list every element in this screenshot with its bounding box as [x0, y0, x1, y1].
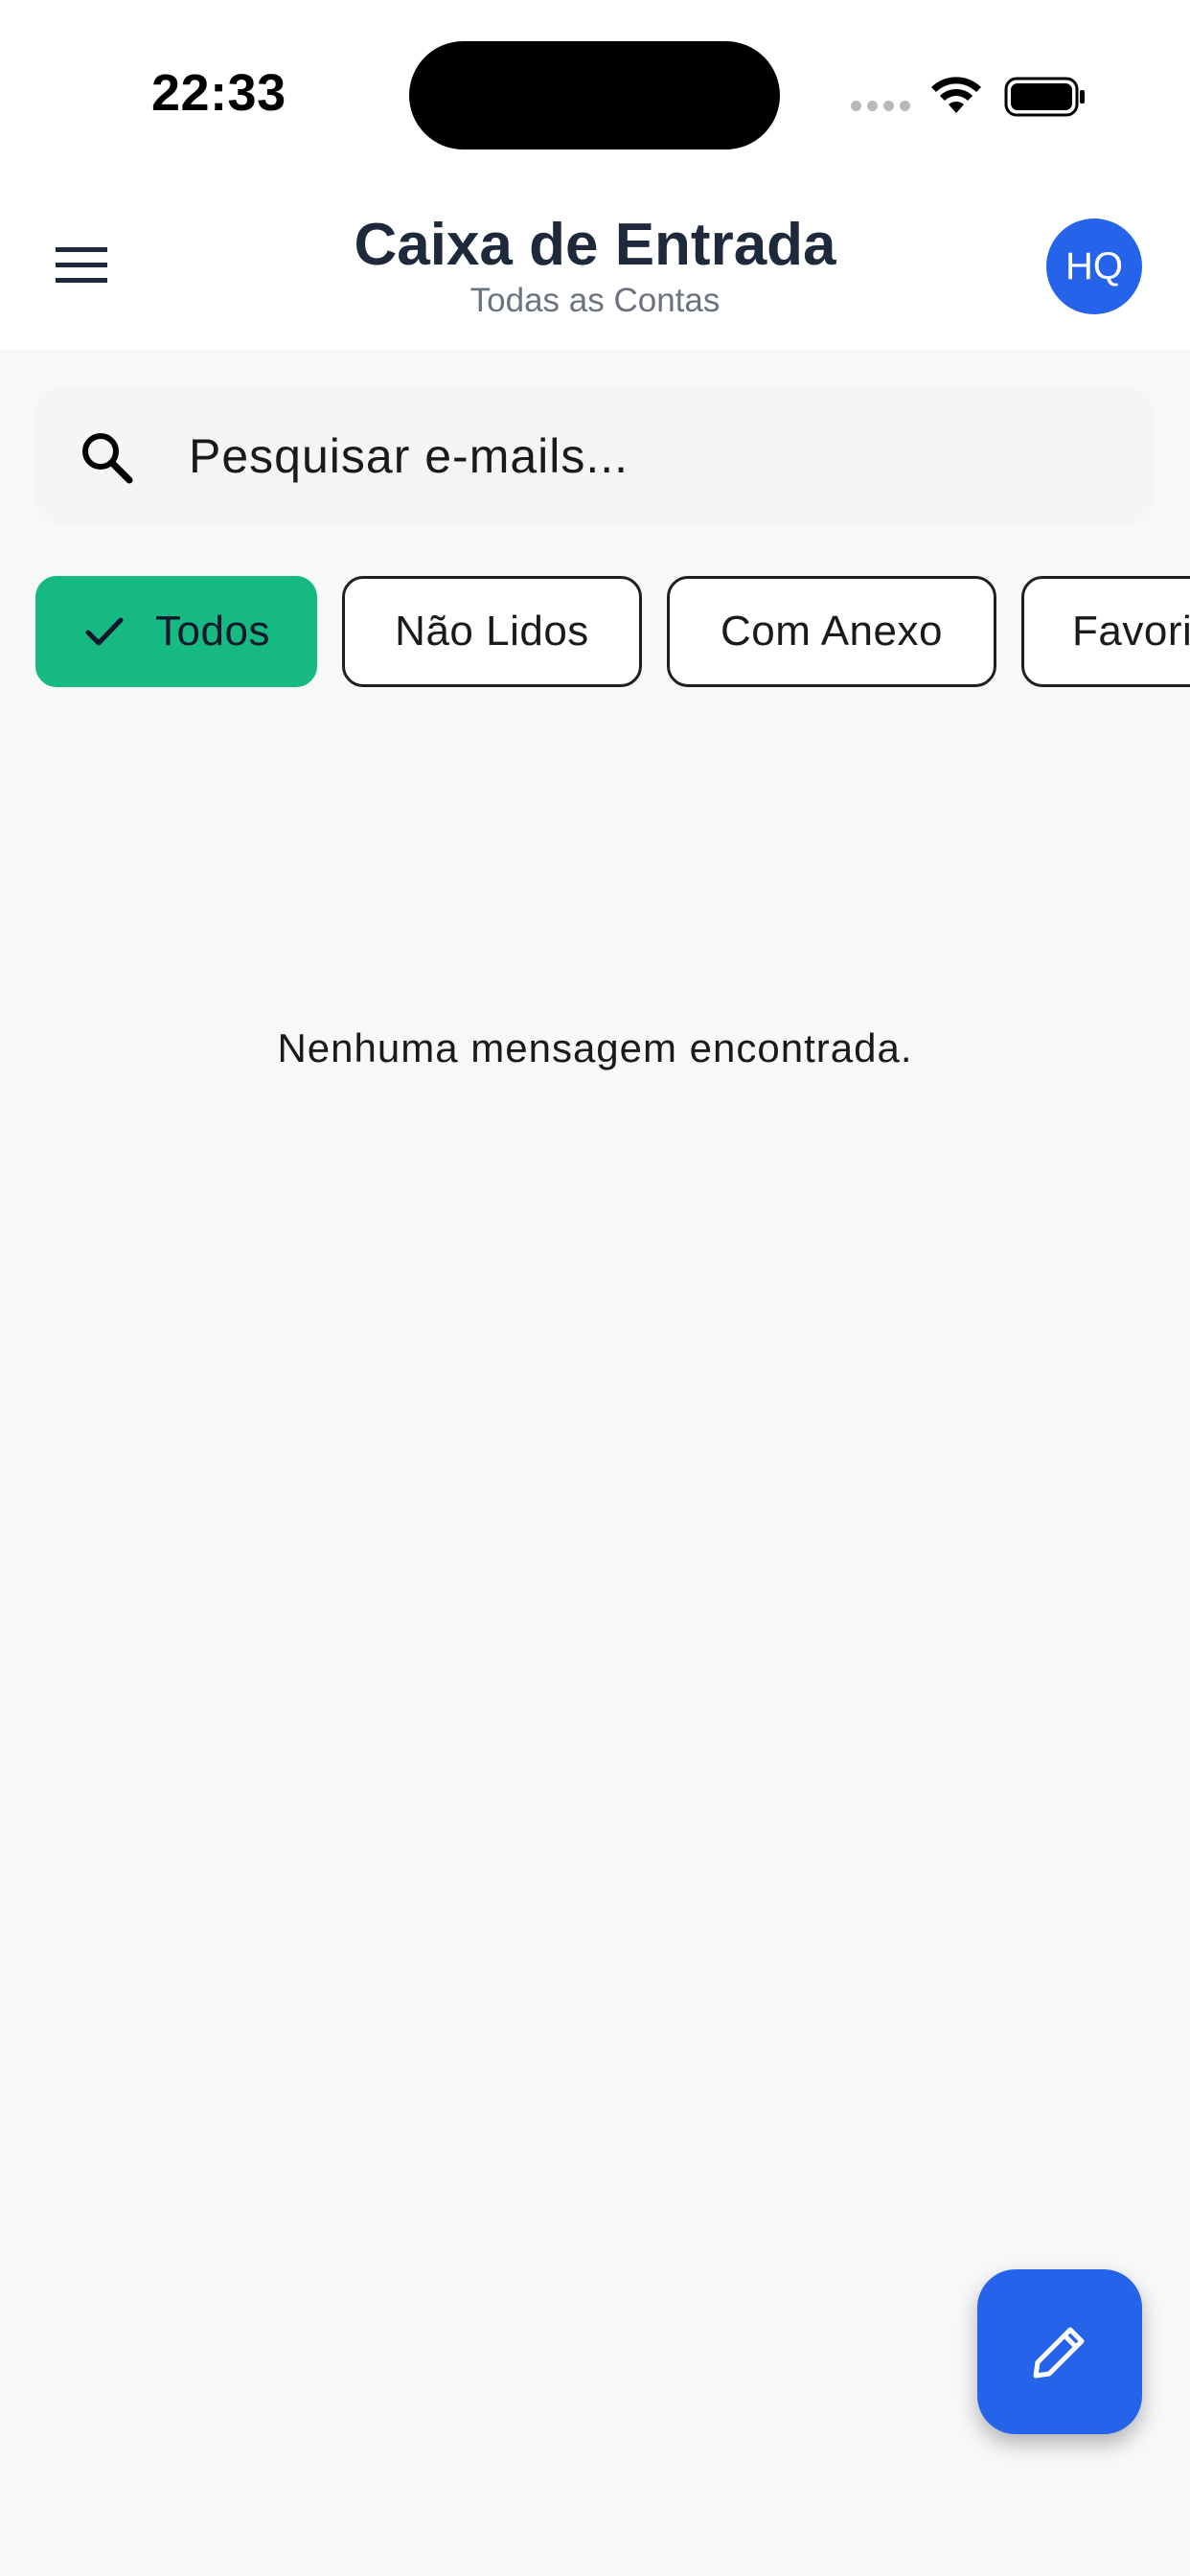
- filter-chip-label: Todos: [155, 608, 270, 655]
- filter-chip-row: Todos Não Lidos Com Anexo Favoritos: [0, 576, 1190, 689]
- empty-state-message: Nenhuma mensagem encontrada.: [277, 1025, 913, 1070]
- battery-icon: [1004, 77, 1085, 117]
- dynamic-island: [409, 41, 780, 150]
- avatar[interactable]: HQ: [1046, 218, 1142, 314]
- status-time: 22:33: [151, 64, 286, 122]
- search-box[interactable]: [35, 387, 1153, 524]
- filter-chip-favoritos[interactable]: Favoritos: [1021, 576, 1190, 687]
- app-header: Caixa de Entrada Todas as Contas HQ: [0, 182, 1190, 350]
- check-icon: [85, 617, 124, 646]
- filter-chip-label: Com Anexo: [721, 608, 943, 655]
- status-bar: 22:33: [0, 0, 1190, 182]
- page-title: Caixa de Entrada: [354, 212, 836, 278]
- filter-chip-label: Não Lidos: [395, 608, 589, 655]
- search-input[interactable]: [189, 416, 1109, 496]
- filter-chip-label: Favoritos: [1072, 608, 1190, 655]
- compose-button[interactable]: [977, 2269, 1142, 2434]
- wifi-icon: [931, 77, 981, 113]
- app-root: 22:33 Caixa de Entrada Todas as Contas H…: [0, 0, 1190, 2576]
- filter-chip-nao-lidos[interactable]: Não Lidos: [342, 576, 642, 687]
- search-icon: [82, 433, 133, 484]
- pencil-icon: [1033, 2327, 1085, 2379]
- filter-chip-com-anexo[interactable]: Com Anexo: [667, 576, 996, 687]
- page-subtitle: Todas as Contas: [469, 282, 721, 319]
- filter-chip-todos[interactable]: Todos: [35, 576, 317, 687]
- signal-dots-icon: [851, 101, 910, 111]
